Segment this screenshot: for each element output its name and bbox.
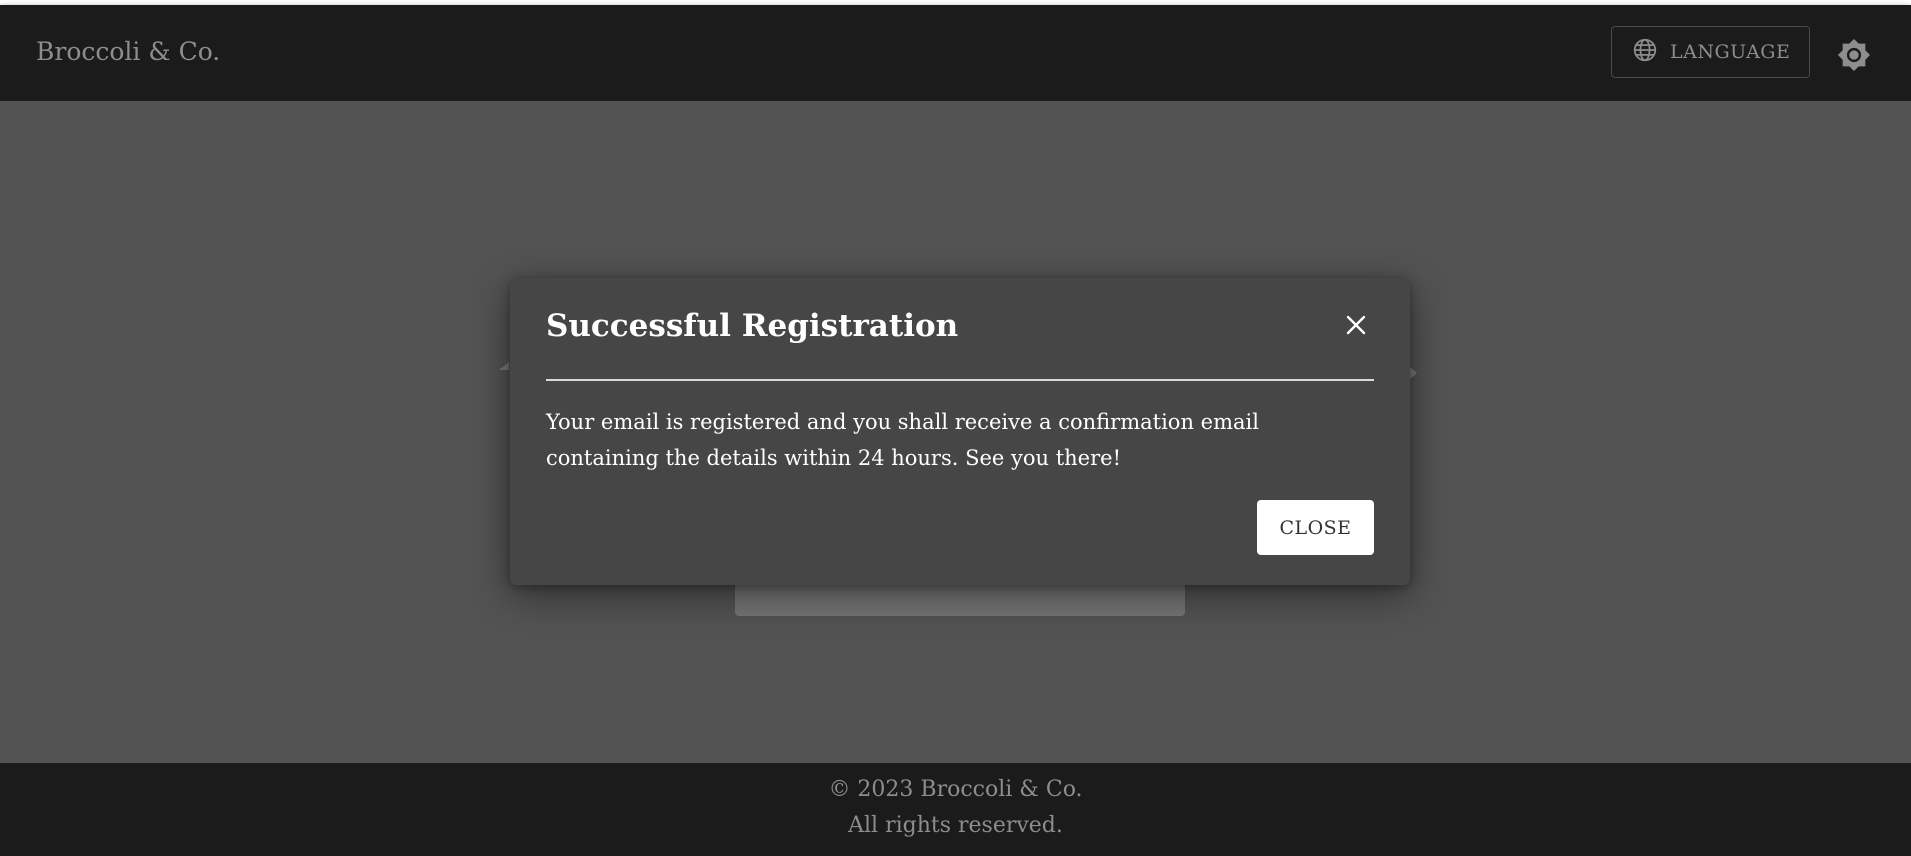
- footer-rights: All rights reserved.: [848, 813, 1063, 838]
- dialog-divider: [546, 379, 1374, 381]
- language-button[interactable]: LANGUAGE: [1611, 26, 1810, 78]
- dialog-message: Your email is registered and you shall r…: [546, 410, 1259, 470]
- globe-icon: [1632, 37, 1658, 68]
- brand-name[interactable]: Broccoli & Co.: [36, 37, 220, 66]
- carousel-prev-icon: [499, 362, 509, 370]
- footer-copyright: © 2023 Broccoli & Co.: [828, 777, 1083, 802]
- dialog-title: Successful Registration: [546, 308, 959, 344]
- close-icon[interactable]: [1343, 312, 1369, 338]
- app-header: Broccoli & Co. LANGUAGE: [0, 5, 1911, 101]
- theme-toggle-button[interactable]: [1836, 38, 1872, 76]
- brightness-icon: [1837, 38, 1871, 76]
- language-label: LANGUAGE: [1670, 41, 1791, 63]
- close-button[interactable]: CLOSE: [1257, 500, 1374, 555]
- carousel-next-icon: [1409, 366, 1417, 380]
- registration-dialog: Successful Registration Your email is re…: [510, 278, 1410, 585]
- app-footer: © 2023 Broccoli & Co. All rights reserve…: [0, 763, 1911, 856]
